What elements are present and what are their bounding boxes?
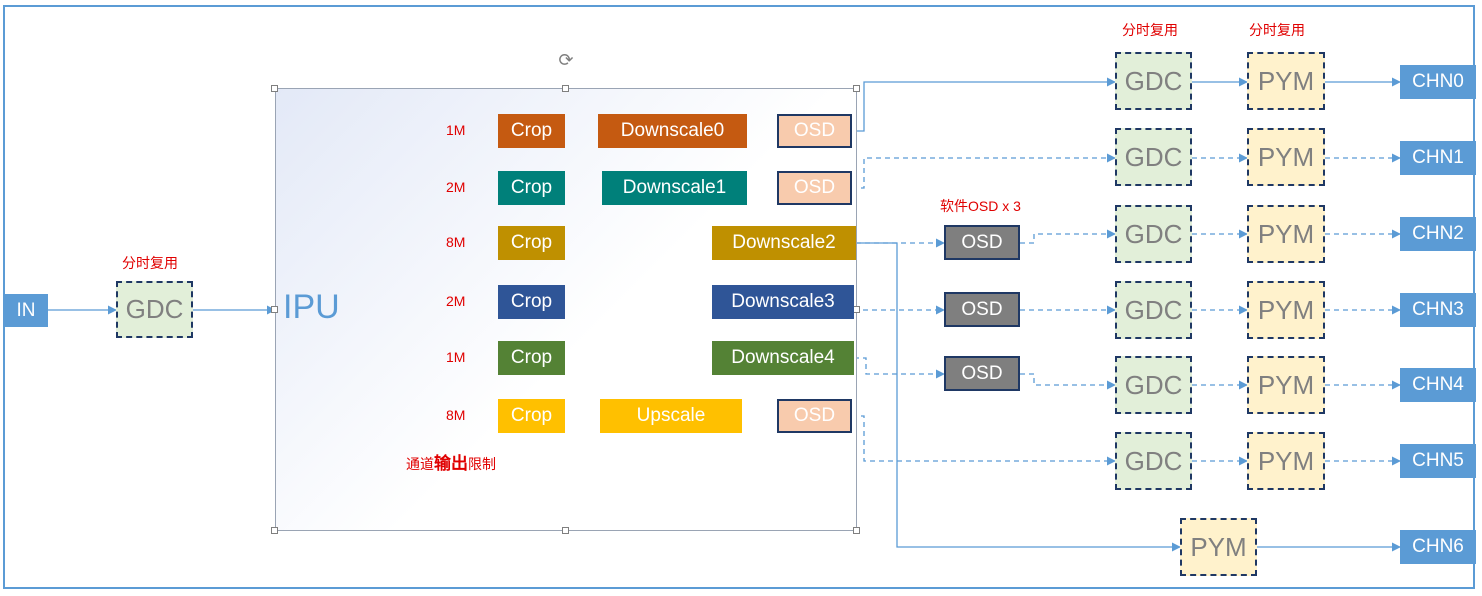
output-chn1: CHN1	[1400, 141, 1476, 175]
gdc-block-4: GDC	[1115, 356, 1192, 414]
ipu-title: IPU	[283, 288, 340, 326]
channel-size-label: 2M	[446, 179, 466, 195]
channel-size-label: 2M	[446, 293, 466, 309]
channel-size-label: 8M	[446, 234, 466, 250]
pym-block-3: PYM	[1247, 281, 1325, 339]
output-chn0: CHN0	[1400, 65, 1476, 99]
osd-block-5: OSD	[777, 399, 852, 433]
resize-handle	[271, 527, 278, 534]
downscale1-block: Downscale1	[602, 171, 747, 205]
crop-block-4: Crop	[498, 341, 565, 375]
crop-block-0: Crop	[498, 114, 565, 148]
pym-block-5: PYM	[1247, 432, 1325, 490]
upscale-block: Upscale	[600, 399, 742, 433]
pym-block-1: PYM	[1247, 128, 1325, 186]
resize-handle	[853, 527, 860, 534]
downscale0-block: Downscale0	[598, 114, 747, 148]
osd-block-1: OSD	[777, 171, 852, 205]
software-osd-note: 软件OSD x 3	[940, 198, 1021, 214]
gdc-block-1: GDC	[1115, 128, 1192, 186]
channel-size-label: 8M	[446, 407, 466, 423]
crop-block-1: Crop	[498, 171, 565, 205]
downscale4-block: Downscale4	[712, 341, 854, 375]
channel-size-label: 1M	[446, 349, 466, 365]
output-chn3: CHN3	[1400, 293, 1476, 327]
rotate-icon: ⟳	[558, 50, 574, 70]
gdc-block-0: GDC	[1115, 52, 1192, 110]
software-osd-block-2: OSD	[944, 225, 1020, 260]
channel-size-label: 1M	[446, 122, 466, 138]
downscale3-block: Downscale3	[712, 285, 854, 319]
gdc-time-sharing-note: 分时复用	[1122, 22, 1178, 38]
pym-block-2: PYM	[1247, 205, 1325, 263]
pym-block-4: PYM	[1247, 356, 1325, 414]
resize-handle	[271, 85, 278, 92]
resize-handle	[853, 306, 860, 313]
input-in-block: IN	[4, 294, 48, 327]
gdc-block-5: GDC	[1115, 432, 1192, 490]
output-chn5: CHN5	[1400, 444, 1476, 478]
output-chn6: CHN6	[1400, 530, 1476, 564]
resize-handle	[562, 85, 569, 92]
wire-ch0-gdc	[852, 77, 1116, 132]
osd-block-0: OSD	[777, 114, 852, 148]
output-chn2: CHN2	[1400, 217, 1476, 251]
resize-handle	[853, 85, 860, 92]
software-osd-block-4: OSD	[944, 356, 1020, 391]
output-chn4: CHN4	[1400, 368, 1476, 402]
gdc-block-2: GDC	[1115, 205, 1192, 263]
resize-handle	[562, 527, 569, 534]
input-gdc-block: GDC	[116, 281, 193, 338]
pym-block-0: PYM	[1247, 52, 1325, 110]
crop-block-3: Crop	[498, 285, 565, 319]
output-limit-note: 通道输出限制	[406, 454, 496, 473]
resize-handle	[271, 306, 278, 313]
input-gdc-note: 分时复用	[122, 255, 178, 271]
crop-block-2: Crop	[498, 226, 565, 260]
downscale2-block: Downscale2	[712, 226, 856, 260]
pym-block-6: PYM	[1180, 518, 1257, 576]
pym-time-sharing-note: 分时复用	[1249, 22, 1305, 38]
gdc-block-3: GDC	[1115, 281, 1192, 339]
crop-block-5: Crop	[498, 399, 565, 433]
software-osd-block-3: OSD	[944, 292, 1020, 327]
